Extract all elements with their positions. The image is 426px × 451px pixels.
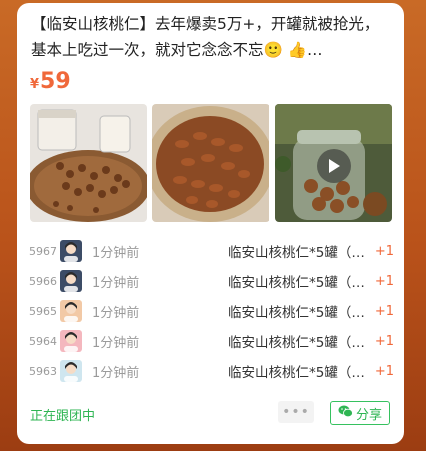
order-item: 临安山核桃仁*5罐（…: [228, 305, 365, 321]
play-icon[interactable]: [316, 149, 351, 183]
order-quantity: +1: [374, 273, 394, 289]
group-status: 正在跟团中: [30, 409, 96, 424]
order-number: 5965: [29, 304, 57, 318]
order-row: 5967 1分钟前 临安山核桃仁*5罐（… +1: [29, 236, 394, 266]
more-button[interactable]: •••: [278, 401, 314, 423]
order-time: 1分钟前: [92, 365, 140, 381]
order-number: 5967: [29, 244, 57, 258]
order-row: 5963 1分钟前 临安山核桃仁*5罐（… +1: [29, 356, 394, 386]
share-label: 分享: [355, 407, 382, 423]
avatar[interactable]: [60, 300, 82, 322]
order-item: 临安山核桃仁*5罐（…: [228, 335, 365, 351]
product-price: ¥ 59: [30, 69, 71, 94]
order-quantity: +1: [374, 333, 394, 349]
order-list: 5967 1分钟前 临安山核桃仁*5罐（… +1 5966 1分钟前 临安山核桃仁*5罐（……: [29, 236, 394, 386]
avatar[interactable]: [60, 270, 82, 292]
photo-jar-walnuts[interactable]: [30, 104, 147, 222]
avatar[interactable]: [60, 240, 82, 262]
order-time: 1分钟前: [92, 335, 140, 351]
price-value: 59: [40, 69, 71, 94]
share-button[interactable]: 分享: [330, 401, 390, 425]
order-row: 5964 1分钟前 临安山核桃仁*5罐（… +1: [29, 326, 394, 356]
order-item: 临安山核桃仁*5罐（…: [228, 245, 365, 261]
wechat-icon: [338, 405, 353, 422]
order-item: 临安山核桃仁*5罐（…: [228, 275, 365, 291]
photo-walnuts-basket[interactable]: [152, 104, 270, 222]
order-time: 1分钟前: [92, 245, 140, 261]
avatar[interactable]: [60, 330, 82, 352]
order-quantity: +1: [374, 363, 394, 379]
order-quantity: +1: [374, 303, 394, 319]
currency-symbol: ¥: [30, 77, 40, 92]
product-photos: [30, 104, 392, 222]
order-time: 1分钟前: [92, 275, 140, 291]
photo-glass-jar-video[interactable]: [274, 104, 392, 222]
order-row: 5965 1分钟前 临安山核桃仁*5罐（… +1: [29, 296, 394, 326]
order-row: 5966 1分钟前 临安山核桃仁*5罐（… +1: [29, 266, 394, 296]
order-number: 5966: [29, 274, 57, 288]
order-time: 1分钟前: [92, 305, 140, 321]
order-number: 5963: [29, 364, 57, 378]
order-item: 临安山核桃仁*5罐（…: [228, 365, 365, 381]
group-buy-card[interactable]: 【临安山核桃仁】去年爆卖5万+，开罐就被抢光，基本上吃过一次，就对它念念不忘🙂 …: [17, 3, 404, 444]
product-title[interactable]: 【临安山核桃仁】去年爆卖5万+，开罐就被抢光，基本上吃过一次，就对它念念不忘🙂 …: [31, 11, 381, 63]
order-quantity: +1: [374, 243, 394, 259]
order-number: 5964: [29, 334, 57, 348]
avatar[interactable]: [60, 360, 82, 382]
